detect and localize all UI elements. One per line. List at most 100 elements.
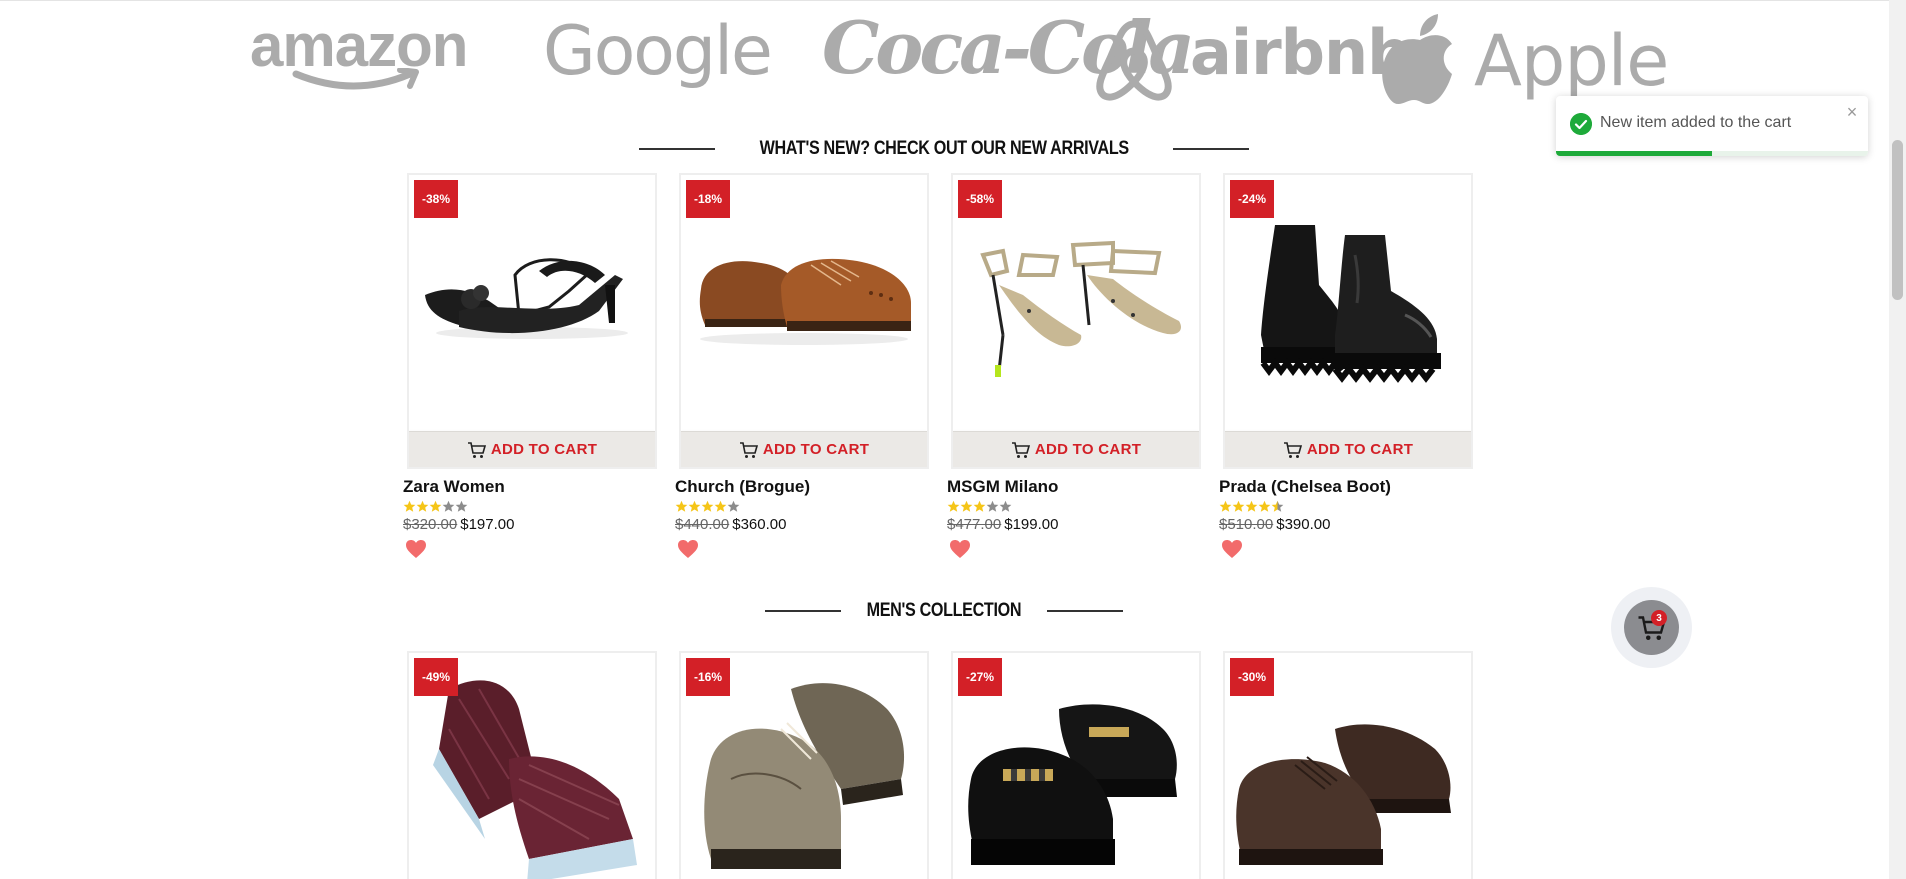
product-name[interactable]: Zara Women (403, 477, 657, 497)
old-price: $510.00 (1219, 516, 1274, 533)
star-icon (714, 500, 727, 512)
close-icon[interactable]: × (1844, 103, 1860, 121)
add-to-cart-button[interactable]: ADD TO CART (953, 431, 1199, 467)
star-icon (1245, 500, 1258, 512)
product-image-frame[interactable]: -27% (951, 651, 1201, 879)
product-image-frame[interactable]: -30% (1223, 651, 1473, 879)
price-row: $320.00 $197.00 (403, 516, 657, 533)
heading-rule-left (765, 610, 842, 612)
wishlist-heart-icon[interactable] (677, 539, 699, 559)
black-slingback-heel-image (425, 258, 628, 339)
cart-icon (467, 441, 486, 458)
star-icon (1232, 500, 1245, 512)
cart-count-badge: 3 (1651, 610, 1667, 626)
discount-badge: -58% (958, 180, 1002, 218)
section-title: Men's Collection (866, 600, 1022, 621)
add-to-cart-button[interactable]: ADD TO CART (1225, 431, 1471, 467)
amazon-logo: amazon (250, 16, 468, 90)
apple-mark-icon (1382, 14, 1452, 104)
cart-icon (739, 441, 758, 458)
add-to-cart-label: ADD TO CART (1034, 441, 1142, 458)
section-title: What's new? Check out our new arrivals (759, 138, 1129, 159)
current-price: $199.00 (1004, 516, 1059, 533)
cart-icon (1283, 441, 1302, 458)
black-chelsea-boot-image (1260, 225, 1441, 383)
product-name[interactable]: Church (Brogue) (675, 477, 929, 497)
heading-rule-right (1046, 610, 1123, 612)
product-name[interactable]: MSGM Milano (947, 477, 1201, 497)
discount-badge: -18% (686, 180, 730, 218)
current-price: $390.00 (1276, 516, 1331, 533)
discount-badge: -30% (1230, 658, 1274, 696)
star-icon (442, 500, 455, 512)
heading-rule-left (638, 148, 715, 150)
star-icon (960, 500, 973, 512)
burgundy-woven-slip-on-image (433, 680, 637, 879)
brown-brogue-oxford-image (699, 258, 911, 345)
star-icon (1258, 500, 1271, 512)
product-image-frame[interactable]: -38% ADD TO CART (407, 173, 657, 469)
heading-rule-right (1173, 148, 1250, 150)
star-icon (986, 500, 999, 512)
star-icon (701, 500, 714, 512)
mens-collection-heading: Men's Collection (380, 596, 1508, 626)
product-image-frame[interactable]: -49% (407, 651, 657, 879)
product-card: -38% ADD TO CART Zara Women $320.00 $197.… (403, 173, 657, 564)
star-icon (403, 500, 416, 512)
new-arrivals-grid: -38% ADD TO CART Zara Women $320.00 $197.… (403, 173, 1473, 564)
product-card: -30% (1223, 651, 1473, 879)
wishlist-heart-icon[interactable] (1221, 539, 1243, 559)
rating-stars (675, 500, 929, 514)
price-row: $440.00 $360.00 (675, 516, 929, 533)
add-to-cart-button[interactable]: ADD TO CART (681, 431, 927, 467)
star-icon (947, 500, 960, 512)
scrollbar-track[interactable] (1889, 0, 1906, 879)
star-icon (727, 500, 740, 512)
product-card: -49% (407, 651, 657, 879)
product-card: -18% ADD TO CART Church (Brogue) $440.00… (675, 173, 929, 564)
taupe-wingtip-derby-image (704, 683, 905, 869)
product-image-frame[interactable]: -24% ADD TO CART (1223, 173, 1473, 469)
star-icon (1271, 500, 1284, 512)
toast-progress-bar (1556, 151, 1712, 156)
price-row: $510.00 $390.00 (1219, 516, 1473, 533)
star-icon (429, 500, 442, 512)
product-image-frame[interactable]: -16% (679, 651, 929, 879)
product-card: -27% (951, 651, 1201, 879)
current-price: $197.00 (460, 516, 515, 533)
beige-strappy-sandal-image (980, 240, 1182, 377)
star-icon (416, 500, 429, 512)
add-to-cart-button[interactable]: ADD TO CART (409, 431, 655, 467)
add-to-cart-label: ADD TO CART (1306, 441, 1414, 458)
old-price: $320.00 (403, 516, 458, 533)
star-icon (973, 500, 986, 512)
product-name[interactable]: Prada (Chelsea Boot) (1219, 477, 1473, 497)
product-image-frame[interactable]: -58% ADD TO CART (951, 173, 1201, 469)
old-price: $477.00 (947, 516, 1002, 533)
discount-badge: -27% (958, 658, 1002, 696)
new-arrivals-heading: What's new? Check out our new arrivals (380, 134, 1508, 164)
product-card: -16% (679, 651, 929, 879)
floating-cart-button[interactable] (1624, 600, 1679, 655)
cart-icon (1011, 441, 1030, 458)
scrollbar-thumb[interactable] (1892, 140, 1903, 300)
discount-badge: -38% (414, 180, 458, 218)
wishlist-heart-icon[interactable] (405, 539, 427, 559)
star-icon (1219, 500, 1232, 512)
airbnb-logo: airbnb (1190, 16, 1412, 89)
wishlist-heart-icon[interactable] (949, 539, 971, 559)
discount-badge: -24% (1230, 180, 1274, 218)
cart-toast: New item added to the cart × (1556, 96, 1868, 156)
old-price: $440.00 (675, 516, 730, 533)
airbnb-mark-icon (1096, 20, 1172, 101)
star-icon (675, 500, 688, 512)
current-price: $360.00 (732, 516, 787, 533)
product-image-frame[interactable]: -18% ADD TO CART (679, 173, 929, 469)
star-icon (999, 500, 1012, 512)
star-icon (688, 500, 701, 512)
toast-message: New item added to the cart (1600, 114, 1792, 131)
add-to-cart-label: ADD TO CART (762, 441, 870, 458)
mens-collection-grid: -49% -16% -27% -30% (407, 651, 1473, 879)
google-logo: Google (543, 12, 773, 91)
rating-stars (403, 500, 657, 514)
